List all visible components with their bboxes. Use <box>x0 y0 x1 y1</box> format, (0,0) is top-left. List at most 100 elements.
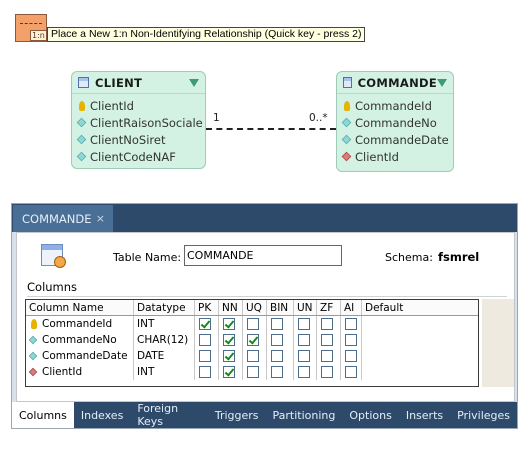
column-diamond-icon <box>76 151 87 162</box>
zf-checkbox[interactable] <box>321 366 333 378</box>
collapse-triangle-icon[interactable] <box>189 78 199 87</box>
nn-checkbox[interactable] <box>223 318 235 330</box>
pk-checkbox[interactable] <box>199 350 211 362</box>
close-icon[interactable]: × <box>96 212 105 225</box>
tab-columns[interactable]: Columns <box>12 402 74 428</box>
column-name-cell[interactable]: ClientId <box>26 364 134 380</box>
entity-column[interactable]: ClientNoSiret <box>72 131 205 148</box>
tab-privileges[interactable]: Privileges <box>450 402 517 428</box>
entity-column[interactable]: CommandeId <box>337 97 453 114</box>
editor-panel: Table Name: Schema: fsmrel Columns Colum… <box>16 232 515 402</box>
tab-foreign-keys[interactable]: Foreign Keys <box>130 402 208 428</box>
bin-checkbox[interactable] <box>271 350 283 362</box>
table-row[interactable]: CommandeId INT <box>26 316 478 332</box>
zf-checkbox[interactable] <box>321 318 333 330</box>
commande-entity-header[interactable]: COMMANDE <box>337 72 453 94</box>
editor-tab-commande[interactable]: COMMANDE × <box>13 205 113 232</box>
table-name-input[interactable] <box>184 245 342 266</box>
column-name: CommandeDate <box>42 350 128 362</box>
nn-checkbox[interactable] <box>223 334 235 346</box>
bin-checkbox[interactable] <box>271 318 283 330</box>
grid-header-zf[interactable]: ZF <box>317 300 341 315</box>
ai-checkbox[interactable] <box>345 334 357 346</box>
relationship-line-icon <box>20 23 42 24</box>
column-name-cell[interactable]: CommandeId <box>26 316 134 332</box>
grid-header-nn[interactable]: NN <box>219 300 243 315</box>
zf-checkbox[interactable] <box>321 334 333 346</box>
grid-header-pk[interactable]: PK <box>195 300 219 315</box>
ai-checkbox[interactable] <box>345 366 357 378</box>
un-checkbox[interactable] <box>298 350 310 362</box>
grid-header-datatype[interactable]: Datatype <box>134 300 195 315</box>
table-row[interactable]: ClientId INT <box>26 364 478 380</box>
collapse-triangle-icon[interactable] <box>437 78 447 87</box>
entity-column[interactable]: ClientCodeNAF <box>72 148 205 165</box>
un-checkbox[interactable] <box>298 318 310 330</box>
grid-header-default[interactable]: Default <box>362 300 460 315</box>
uq-checkbox[interactable] <box>247 318 259 330</box>
datatype-cell[interactable]: INT <box>134 364 195 380</box>
relationship-line[interactable] <box>206 128 336 130</box>
bottom-tab-bar: Columns Indexes Foreign Keys Triggers Partit… <box>12 402 517 428</box>
entity-column[interactable]: ClientId <box>72 97 205 114</box>
ai-checkbox[interactable] <box>345 350 357 362</box>
nn-checkbox[interactable] <box>223 366 235 378</box>
tab-triggers[interactable]: Triggers <box>208 402 266 428</box>
ai-cell <box>341 348 362 364</box>
tab-inserts[interactable]: Inserts <box>399 402 450 428</box>
entity-column-name: ClientId <box>355 149 399 164</box>
uq-checkbox[interactable] <box>247 334 259 346</box>
default-cell[interactable] <box>362 332 460 348</box>
commande-entity[interactable]: COMMANDE CommandeId CommandeNo CommandeDat… <box>336 71 454 172</box>
nn-checkbox[interactable] <box>223 350 235 362</box>
entity-column[interactable]: CommandeDate <box>337 131 453 148</box>
entity-column[interactable]: ClientId <box>337 148 453 165</box>
datatype-cell[interactable]: INT <box>134 316 195 332</box>
pk-checkbox[interactable] <box>199 334 211 346</box>
uq-checkbox[interactable] <box>247 350 259 362</box>
entity-column[interactable]: ClientRaisonSociale <box>72 114 205 131</box>
table-row[interactable]: CommandeDate DATE <box>26 348 478 364</box>
pk-checkbox[interactable] <box>199 366 211 378</box>
grid-header-column-name[interactable]: Column Name <box>26 300 134 315</box>
uq-checkbox[interactable] <box>247 366 259 378</box>
un-checkbox[interactable] <box>298 334 310 346</box>
nn-cell <box>219 332 243 348</box>
datatype-cell[interactable]: CHAR(12) <box>134 332 195 348</box>
column-name-cell[interactable]: CommandeNo <box>26 332 134 348</box>
key-icon <box>31 319 37 329</box>
pk-checkbox[interactable] <box>199 318 211 330</box>
tab-indexes[interactable]: Indexes <box>74 402 130 428</box>
un-checkbox[interactable] <box>298 366 310 378</box>
un-cell <box>294 332 317 348</box>
bin-checkbox[interactable] <box>271 334 283 346</box>
grid-header-row: Column Name Datatype PK NN UQ BIN UN ZF AI Defaul… <box>26 300 478 316</box>
client-entity[interactable]: CLIENT ClientId ClientRaisonSociale Client… <box>71 71 206 169</box>
default-cell[interactable] <box>362 364 460 380</box>
tab-options[interactable]: Options <box>342 402 398 428</box>
columns-grid[interactable]: Column Name Datatype PK NN UQ BIN UN ZF AI Defaul… <box>25 299 479 387</box>
grid-side-panel <box>482 299 514 387</box>
zf-cell <box>317 332 341 348</box>
grid-header-un[interactable]: UN <box>294 300 317 315</box>
bin-cell <box>267 316 294 332</box>
columns-section-label: Columns <box>27 280 78 294</box>
zf-checkbox[interactable] <box>321 350 333 362</box>
default-cell[interactable] <box>362 348 460 364</box>
datatype-cell[interactable]: DATE <box>134 348 195 364</box>
column-name-cell[interactable]: CommandeDate <box>26 348 134 364</box>
bin-checkbox[interactable] <box>271 366 283 378</box>
grid-header-bin[interactable]: BIN <box>267 300 294 315</box>
entity-column[interactable]: CommandeNo <box>337 114 453 131</box>
grid-header-uq[interactable]: UQ <box>243 300 267 315</box>
ai-checkbox[interactable] <box>345 318 357 330</box>
client-entity-header[interactable]: CLIENT <box>72 72 205 94</box>
column-name: CommandeNo <box>42 334 117 346</box>
default-cell[interactable] <box>362 316 460 332</box>
nn-cell <box>219 348 243 364</box>
tab-partitioning[interactable]: Partitioning <box>266 402 343 428</box>
table-row[interactable]: CommandeNo CHAR(12) <box>26 332 478 348</box>
one-to-many-relationship-button[interactable]: 1:n <box>15 14 47 42</box>
column-diamond-icon <box>76 134 87 145</box>
grid-header-ai[interactable]: AI <box>341 300 362 315</box>
